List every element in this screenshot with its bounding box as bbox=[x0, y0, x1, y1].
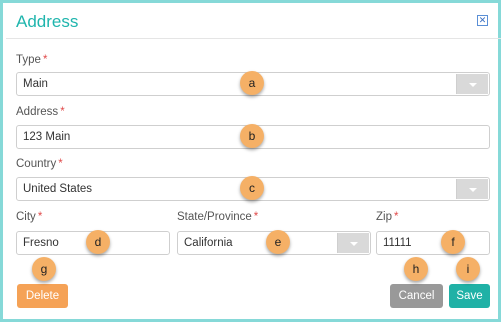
type-dropdown-button[interactable] bbox=[456, 74, 488, 94]
zip-input[interactable]: 11111 bbox=[376, 231, 490, 255]
address-value: 123 Main bbox=[23, 131, 71, 143]
required-marker: * bbox=[37, 211, 43, 223]
country-label: Country * bbox=[16, 158, 63, 170]
callout-badge-h: h bbox=[404, 257, 428, 281]
state-label: State/Province * bbox=[177, 211, 259, 223]
country-dropdown-button[interactable] bbox=[456, 179, 488, 199]
state-dropdown-button[interactable] bbox=[337, 233, 369, 253]
delete-button[interactable]: Delete bbox=[17, 284, 68, 308]
address-label: Address * bbox=[16, 106, 65, 118]
callout-badge-e: e bbox=[266, 230, 290, 254]
callout-badge-b: b bbox=[240, 124, 264, 148]
chevron-down-icon bbox=[469, 83, 477, 87]
required-marker: * bbox=[42, 54, 48, 66]
callout-badge-d: d bbox=[86, 230, 110, 254]
callout-badge-f: f bbox=[441, 230, 465, 254]
zip-label: Zip * bbox=[376, 211, 399, 223]
city-label: City * bbox=[16, 211, 43, 223]
address-dialog: Address ✕ Type * Main Address * 123 Main C… bbox=[0, 0, 501, 322]
zip-value: 11111 bbox=[383, 237, 412, 249]
close-icon[interactable]: ✕ bbox=[477, 15, 488, 26]
required-marker: * bbox=[60, 106, 65, 118]
state-value: California bbox=[184, 237, 233, 249]
callout-badge-g: g bbox=[32, 257, 56, 281]
city-value: Fresno bbox=[23, 237, 59, 249]
callout-badge-c: c bbox=[240, 176, 264, 200]
dialog-title: Address bbox=[16, 12, 79, 31]
callout-badge-a: a bbox=[240, 71, 264, 95]
required-marker: * bbox=[393, 211, 399, 223]
chevron-down-icon bbox=[469, 188, 477, 192]
save-button[interactable]: Save bbox=[449, 284, 490, 308]
type-value: Main bbox=[23, 78, 48, 90]
country-value: United States bbox=[23, 183, 93, 195]
chevron-down-icon bbox=[350, 242, 358, 246]
title-divider bbox=[6, 38, 501, 39]
required-marker: * bbox=[58, 158, 63, 170]
cancel-button[interactable]: Cancel bbox=[390, 284, 443, 308]
callout-badge-i: i bbox=[456, 257, 480, 281]
type-label: Type * bbox=[16, 54, 48, 66]
required-marker: * bbox=[253, 211, 259, 223]
